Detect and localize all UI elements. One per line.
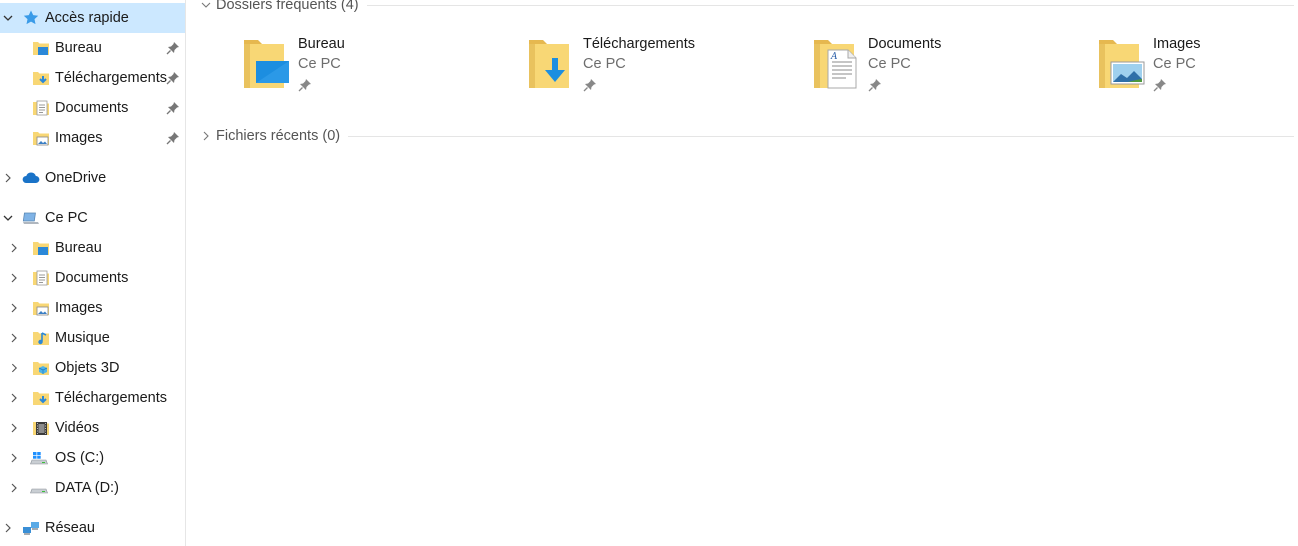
frequent-folder-tile[interactable]: A Documents Ce PC <box>812 36 1082 96</box>
svg-text:A: A <box>830 52 838 62</box>
chevron-down-icon[interactable] <box>200 0 212 11</box>
group-divider <box>348 135 1294 137</box>
chevron-right-icon[interactable] <box>6 233 22 263</box>
chevron-down-icon[interactable] <box>0 203 16 233</box>
chevron-down-icon[interactable] <box>0 3 16 33</box>
downloads-folder-icon <box>32 389 50 407</box>
windows-drive-icon <box>30 449 48 467</box>
nav-label: Téléchargements <box>55 70 168 86</box>
documents-folder-icon <box>32 99 50 117</box>
tile-name: Bureau <box>298 36 345 52</box>
pin-icon[interactable] <box>166 131 180 145</box>
nav-label: Accès rapide <box>45 10 129 26</box>
tile-name: Téléchargements <box>583 36 696 52</box>
documents-folder-icon <box>32 269 50 287</box>
drive-icon <box>30 479 48 497</box>
nav-label: Images <box>55 300 103 316</box>
nav-this-pc-item[interactable]: Bureau <box>0 233 185 263</box>
desktop-folder-icon <box>32 39 50 57</box>
chevron-right-icon[interactable] <box>0 163 16 193</box>
nav-label: Documents <box>55 100 129 116</box>
pin-icon[interactable] <box>166 71 180 85</box>
group-header-frequent[interactable]: Dossiers fréquents (4) <box>186 0 1298 15</box>
group-header-label: Fichiers récents (0) <box>216 128 341 144</box>
tile-location: Ce PC <box>583 56 626 72</box>
group-header-recent[interactable]: Fichiers récents (0) <box>186 126 1298 146</box>
computer-icon <box>22 209 40 227</box>
tile-location: Ce PC <box>298 56 341 72</box>
tile-name: Documents <box>868 36 942 52</box>
music-folder-icon <box>32 329 50 347</box>
nav-label: Téléchargements <box>55 390 168 406</box>
chevron-right-icon[interactable] <box>6 353 22 383</box>
nav-label: OneDrive <box>45 170 107 186</box>
pictures-folder-icon <box>32 299 50 317</box>
downloads-folder-icon <box>32 69 50 87</box>
nav-this-pc-item[interactable]: Objets 3D <box>0 353 185 383</box>
group-header-label: Dossiers fréquents (4) <box>216 0 359 13</box>
documents-folder-icon: A <box>812 36 860 92</box>
nav-label: Images <box>55 130 103 146</box>
nav-this-pc-item[interactable]: DATA (D:) <box>0 473 185 503</box>
nav-label: Documents <box>55 270 129 286</box>
nav-this-pc-item[interactable]: Vidéos <box>0 413 185 443</box>
nav-quick-access-item[interactable]: Téléchargements <box>0 63 185 93</box>
nav-network[interactable]: Réseau <box>0 513 185 543</box>
pin-icon[interactable] <box>166 41 180 55</box>
nav-this-pc-item[interactable]: OS (C:) <box>0 443 185 473</box>
nav-label: OS (C:) <box>55 450 105 466</box>
nav-label: DATA (D:) <box>55 480 119 496</box>
group-divider <box>366 4 1294 6</box>
desktop-folder-icon <box>242 36 290 92</box>
chevron-right-icon[interactable] <box>6 263 22 293</box>
pictures-folder-icon <box>1097 36 1145 92</box>
nav-this-pc[interactable]: Ce PC <box>0 203 185 233</box>
frequent-folder-tile[interactable]: Images Ce PC <box>1097 36 1298 96</box>
nav-label: Musique <box>55 330 110 346</box>
chevron-right-icon[interactable] <box>200 130 212 142</box>
nav-label: Vidéos <box>55 420 100 436</box>
chevron-right-icon[interactable] <box>6 323 22 353</box>
nav-this-pc-item[interactable]: Téléchargements <box>0 383 185 413</box>
tile-name: Images <box>1153 36 1201 52</box>
chevron-right-icon[interactable] <box>6 473 22 503</box>
nav-label: Objets 3D <box>55 360 120 376</box>
chevron-right-icon[interactable] <box>6 293 22 323</box>
chevron-right-icon[interactable] <box>0 513 16 543</box>
nav-quick-access-item[interactable]: Images <box>0 123 185 153</box>
pin-icon[interactable] <box>1153 78 1167 92</box>
downloads-folder-icon <box>527 36 575 92</box>
nav-quick-access-item[interactable]: Bureau <box>0 33 185 63</box>
3d-objects-folder-icon <box>32 359 50 377</box>
frequent-folder-tile[interactable]: Téléchargements Ce PC <box>527 36 797 96</box>
network-icon <box>22 519 40 537</box>
nav-quick-access-item[interactable]: Documents <box>0 93 185 123</box>
cloud-icon <box>22 169 40 187</box>
nav-onedrive[interactable]: OneDrive <box>0 163 185 193</box>
pin-icon[interactable] <box>166 101 180 115</box>
desktop-folder-icon <box>32 239 50 257</box>
nav-this-pc-item[interactable]: Images <box>0 293 185 323</box>
nav-this-pc-item[interactable]: Documents <box>0 263 185 293</box>
nav-label: Réseau <box>45 520 95 536</box>
nav-label: Ce PC <box>45 210 88 226</box>
tile-location: Ce PC <box>868 56 911 72</box>
nav-this-pc-item[interactable]: Musique <box>0 323 185 353</box>
tile-location: Ce PC <box>1153 56 1196 72</box>
star-icon <box>22 9 40 27</box>
pin-icon[interactable] <box>583 78 597 92</box>
nav-quick-access[interactable]: Accès rapide <box>0 3 185 33</box>
pin-icon[interactable] <box>298 78 312 92</box>
chevron-right-icon[interactable] <box>6 383 22 413</box>
videos-folder-icon <box>32 419 50 437</box>
nav-label: Bureau <box>55 40 102 56</box>
content-pane: Dossiers fréquents (4) Bureau Ce PC Télé… <box>186 0 1298 546</box>
frequent-folder-tile[interactable]: Bureau Ce PC <box>242 36 512 96</box>
chevron-right-icon[interactable] <box>6 413 22 443</box>
nav-label: Bureau <box>55 240 102 256</box>
chevron-right-icon[interactable] <box>6 443 22 473</box>
pictures-folder-icon <box>32 129 50 147</box>
navigation-pane: Accès rapide Bureau Téléchargements Docu… <box>0 0 186 546</box>
pin-icon[interactable] <box>868 78 882 92</box>
